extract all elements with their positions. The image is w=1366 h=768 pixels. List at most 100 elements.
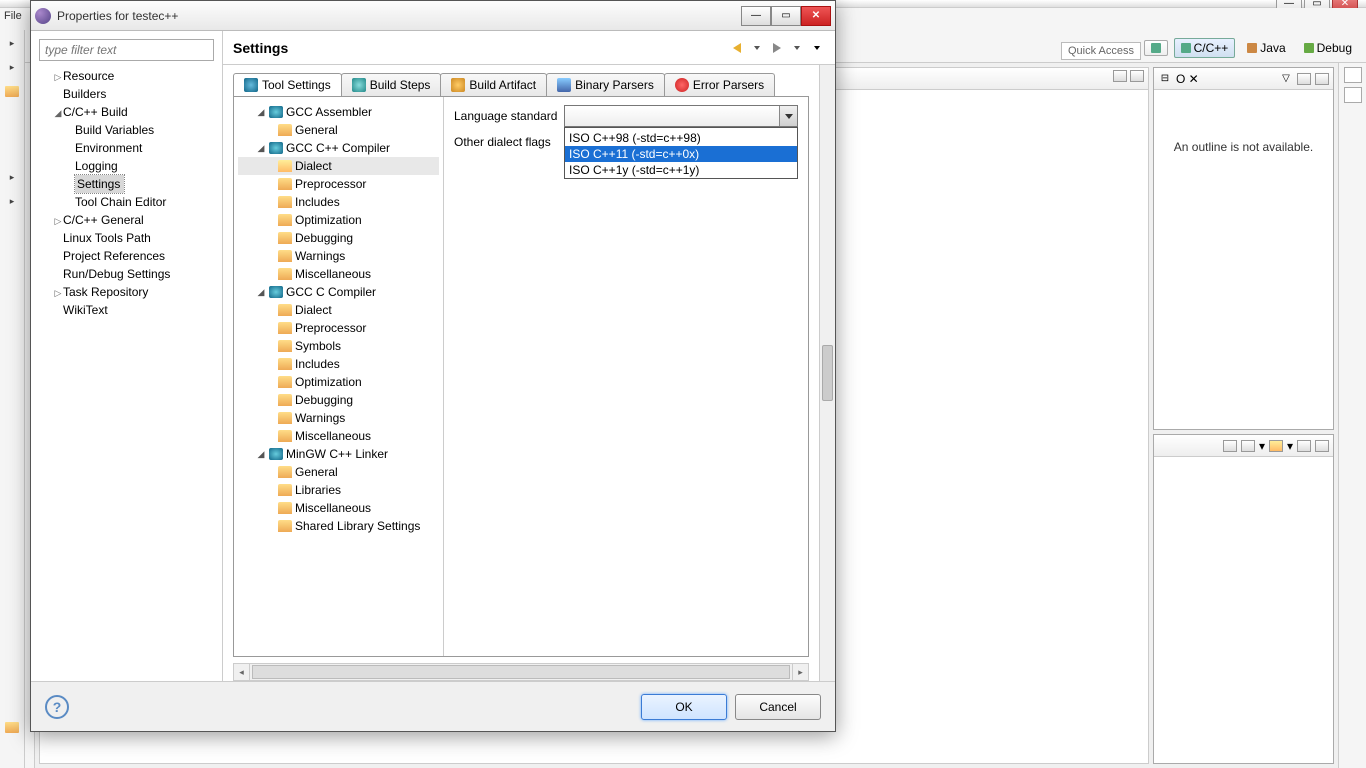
nav-ccpp-general[interactable]: ▷C/C++ General <box>39 211 214 229</box>
dropdown-cpp11[interactable]: ISO C++11 (-std=c++0x) <box>565 146 797 162</box>
tab-build-artifact-label: Build Artifact <box>469 78 536 92</box>
dropdown-cpp1y[interactable]: ISO C++1y (-std=c++1y) <box>565 162 797 178</box>
tree-cpp-preprocessor[interactable]: Preprocessor <box>238 175 439 193</box>
dialog-minimize-button[interactable]: — <box>741 6 771 26</box>
editor-minimize-icon[interactable] <box>1113 70 1127 82</box>
tree-linker-general[interactable]: General <box>238 463 439 481</box>
nav-wikitext-label: WikiText <box>63 303 108 317</box>
tree-cpp-dialect[interactable]: Dialect <box>238 157 439 175</box>
nav-wikitext[interactable]: WikiText <box>39 301 214 319</box>
nav-task-repo[interactable]: ▷Task Repository <box>39 283 214 301</box>
nav-project-refs[interactable]: Project References <box>39 247 214 265</box>
tab-build-artifact[interactable]: Build Artifact <box>440 73 547 96</box>
left-strip-icon-3[interactable] <box>2 80 22 102</box>
tab-error-parsers[interactable]: Error Parsers <box>664 73 775 96</box>
open-perspective-button[interactable] <box>1144 40 1168 56</box>
tree-dialect-label: Dialect <box>295 159 332 173</box>
nav-logging[interactable]: Logging <box>39 157 214 175</box>
nav-ccpp-build[interactable]: ◢C/C++ Build <box>39 103 214 121</box>
help-button[interactable]: ? <box>45 695 69 719</box>
tree-c-debugging[interactable]: Debugging <box>238 391 439 409</box>
dialog-close-button[interactable]: ✕ <box>801 6 831 26</box>
left-strip-icon-4[interactable]: ▸ <box>2 166 22 188</box>
vscroll-thumb[interactable] <box>822 345 833 401</box>
nav-fwd-dropdown[interactable] <box>789 40 805 56</box>
nav-linux-tools[interactable]: Linux Tools Path <box>39 229 214 247</box>
outline-tab-label[interactable]: O ✕ <box>1176 72 1275 86</box>
tree-cpp-debugging[interactable]: Debugging <box>238 229 439 247</box>
tab-binary-parsers[interactable]: Binary Parsers <box>546 73 665 96</box>
nav-back-button[interactable] <box>729 40 745 56</box>
hscroll-thumb[interactable] <box>252 665 790 679</box>
tool-settings-tree[interactable]: ◢GCC Assembler General ◢GCC C++ Compiler… <box>234 97 444 656</box>
tree-cpp-optimization[interactable]: Optimization <box>238 211 439 229</box>
tree-linker-misc[interactable]: Miscellaneous <box>238 499 439 517</box>
tree-cpp-warnings[interactable]: Warnings <box>238 247 439 265</box>
language-standard-dropdown[interactable]: ISO C++98 (-std=c++98) ISO C++11 (-std=c… <box>564 127 798 179</box>
quick-access-field[interactable]: Quick Access <box>1061 42 1141 60</box>
hscroll-right-button[interactable]: ▸ <box>792 664 808 680</box>
perspective-ccpp[interactable]: C/C++ <box>1174 38 1236 58</box>
horizontal-scrollbar[interactable]: ◂ ▸ <box>233 663 809 681</box>
vertical-scrollbar[interactable] <box>819 65 835 681</box>
br-max-icon[interactable] <box>1315 440 1329 452</box>
perspective-java[interactable]: Java <box>1241 39 1291 57</box>
left-strip-icon-6[interactable] <box>2 716 22 738</box>
tree-c-optimization[interactable]: Optimization <box>238 373 439 391</box>
tree-gcc-assembler[interactable]: ◢GCC Assembler <box>238 103 439 121</box>
br-min-icon[interactable] <box>1297 440 1311 452</box>
nav-menu-dropdown[interactable] <box>809 40 825 56</box>
tree-mingw-linker[interactable]: ◢MinGW C++ Linker <box>238 445 439 463</box>
br-dropdown-icon-2[interactable]: ▾ <box>1287 439 1293 453</box>
outline-menu-icon[interactable]: ▽ <box>1279 73 1293 85</box>
dialog-maximize-button[interactable]: ▭ <box>771 6 801 26</box>
cancel-button[interactable]: Cancel <box>735 694 821 720</box>
tree-linker-libraries[interactable]: Libraries <box>238 481 439 499</box>
br-icon-1[interactable] <box>1223 440 1237 452</box>
nav-back-dropdown[interactable] <box>749 40 765 56</box>
ok-button[interactable]: OK <box>641 694 727 720</box>
tree-c-dialect[interactable]: Dialect <box>238 301 439 319</box>
left-strip-icon-5[interactable]: ▸ <box>2 190 22 212</box>
tree-c-preprocessor[interactable]: Preprocessor <box>238 319 439 337</box>
perspective-debug[interactable]: Debug <box>1298 39 1358 57</box>
trim-icon-2[interactable] <box>1344 87 1362 103</box>
nav-environment[interactable]: Environment <box>39 139 214 157</box>
language-standard-combo[interactable] <box>564 105 798 127</box>
tree-gcc-c-compiler[interactable]: ◢GCC C Compiler <box>238 283 439 301</box>
outline-min-icon[interactable] <box>1297 73 1311 85</box>
tree-cpp-misc[interactable]: Miscellaneous <box>238 265 439 283</box>
tab-build-steps[interactable]: Build Steps <box>341 73 442 96</box>
tree-c-includes[interactable]: Includes <box>238 355 439 373</box>
tree-linker-shared[interactable]: Shared Library Settings <box>238 517 439 535</box>
nav-build-variables[interactable]: Build Variables <box>39 121 214 139</box>
nav-builders[interactable]: Builders <box>39 85 214 103</box>
filter-input[interactable] <box>39 39 214 61</box>
tab-tool-settings[interactable]: Tool Settings <box>233 73 342 96</box>
nav-tool-chain[interactable]: Tool Chain Editor <box>39 193 214 211</box>
menu-file[interactable]: File <box>4 10 22 22</box>
tree-cpp-includes[interactable]: Includes <box>238 193 439 211</box>
tree-c-warnings[interactable]: Warnings <box>238 409 439 427</box>
trim-icon-1[interactable] <box>1344 67 1362 83</box>
dialog-titlebar[interactable]: Properties for testec++ — ▭ ✕ <box>31 1 835 31</box>
tree-gcc-cpp-compiler[interactable]: ◢GCC C++ Compiler <box>238 139 439 157</box>
nav-tree[interactable]: ▷Resource Builders ◢C/C++ Build Build Va… <box>39 67 214 673</box>
combo-dropdown-button[interactable] <box>779 106 797 126</box>
br-folder-icon[interactable] <box>1269 440 1283 452</box>
left-strip-icon-2[interactable]: ▸ <box>2 56 22 78</box>
left-strip-icon-1[interactable]: ▸ <box>2 32 22 54</box>
nav-settings[interactable]: Settings <box>75 175 124 193</box>
tree-c-symbols[interactable]: Symbols <box>238 337 439 355</box>
nav-resource[interactable]: ▷Resource <box>39 67 214 85</box>
hscroll-left-button[interactable]: ◂ <box>234 664 250 680</box>
dropdown-cpp98[interactable]: ISO C++98 (-std=c++98) <box>565 130 797 146</box>
outline-max-icon[interactable] <box>1315 73 1329 85</box>
br-icon-2[interactable] <box>1241 440 1255 452</box>
editor-maximize-icon[interactable] <box>1130 70 1144 82</box>
nav-run-debug[interactable]: Run/Debug Settings <box>39 265 214 283</box>
br-dropdown-icon[interactable]: ▾ <box>1259 439 1265 453</box>
tree-c-misc[interactable]: Miscellaneous <box>238 427 439 445</box>
nav-fwd-button[interactable] <box>769 40 785 56</box>
tree-asm-general[interactable]: General <box>238 121 439 139</box>
